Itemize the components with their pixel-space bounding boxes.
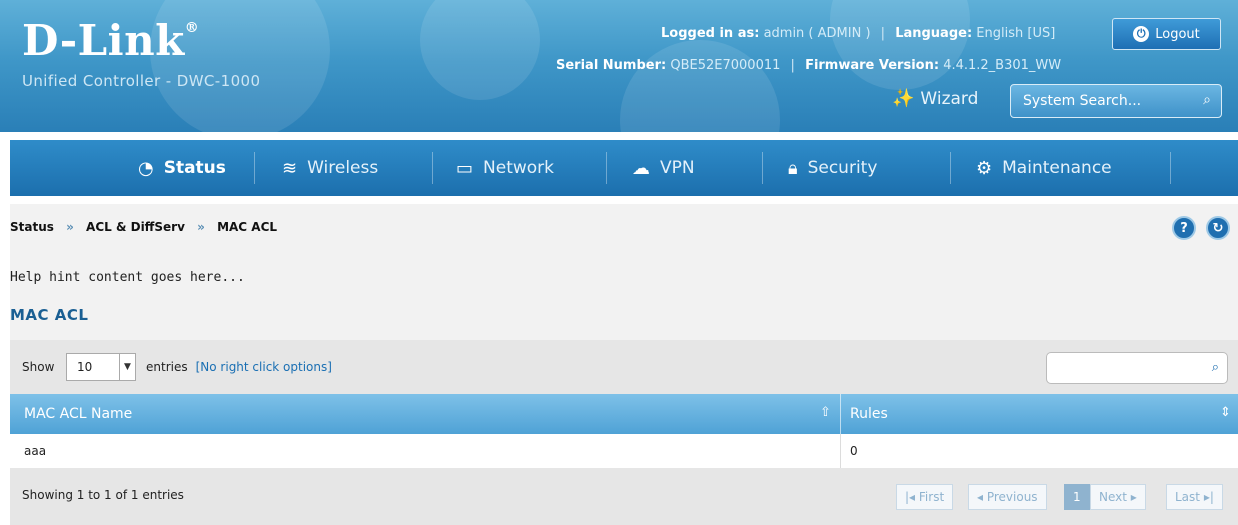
lock-icon: 🔒︎ — [788, 157, 798, 179]
first-page-button[interactable]: |◂ First — [896, 484, 954, 510]
previous-icon: ◂ — [977, 490, 987, 504]
search-icon: ⌕ — [1211, 360, 1219, 375]
help-icon[interactable]: ? — [1172, 216, 1196, 240]
nav-item-wireless[interactable]: ≋ Wireless — [282, 140, 378, 196]
table-row[interactable]: aaa 0 — [10, 434, 1238, 468]
refresh-icon[interactable]: ↻ — [1206, 216, 1230, 240]
decorative-bubble — [620, 40, 780, 132]
logout-button[interactable]: ⏻ Logout — [1112, 18, 1221, 50]
gears-icon: ⚙ — [976, 157, 993, 179]
help-hint: Help hint content goes here... — [10, 270, 245, 285]
language-link[interactable]: English [US] — [976, 26, 1055, 41]
breadcrumb-item-status[interactable]: Status — [10, 220, 54, 234]
entries-label: entries [No right click options] — [146, 360, 332, 374]
nav-item-vpn[interactable]: ☁ VPN — [632, 140, 695, 196]
last-page-button[interactable]: Last ▸| — [1166, 484, 1223, 510]
first-icon: |◂ — [905, 490, 919, 504]
dashboard-icon: ◔ — [138, 157, 154, 179]
wizard-link[interactable]: ✨ Wizard — [892, 88, 978, 109]
cloud-lock-icon: ☁ — [632, 157, 650, 179]
cell-rules: 0 — [850, 444, 858, 458]
table-toolbar: Show 10 ▼ entries [No right click options… — [10, 340, 1238, 394]
table-header: MAC ACL Name ⇧ Rules ⇕ — [10, 394, 1238, 434]
magic-wand-icon: ✨ — [892, 88, 915, 109]
power-icon: ⏻ — [1133, 26, 1150, 42]
system-search-input[interactable]: System Search... ⌕ — [1010, 84, 1222, 118]
dlink-logo: D-Link® — [22, 16, 200, 65]
firmware-version: 4.4.1.2_B301_WW — [943, 58, 1062, 73]
decorative-bubble — [420, 0, 540, 100]
page-size-select[interactable]: 10 ▼ — [66, 353, 136, 381]
dropdown-arrow-icon: ▼ — [119, 354, 135, 380]
breadcrumb: Status » ACL & DiffServ » MAC ACL — [10, 220, 278, 234]
page-number-button[interactable]: 1 — [1064, 484, 1090, 510]
next-icon: ▸ — [1126, 490, 1137, 504]
nav-item-status[interactable]: ◔ Status — [138, 140, 226, 196]
nav-item-network[interactable]: ▭ Network — [456, 140, 554, 196]
nav-item-maintenance[interactable]: ⚙ Maintenance — [976, 140, 1112, 196]
main-nav: ◔ Status ≋ Wireless ▭ Network ☁ VPN 🔒︎ S… — [10, 140, 1238, 196]
device-info: Serial Number: QBE52E7000011 | Firmware … — [556, 58, 1062, 73]
main-content: Status » ACL & DiffServ » MAC ACL ? ↻ He… — [10, 204, 1238, 525]
login-info: Logged in as: admin ( ADMIN ) | Language… — [661, 26, 1056, 41]
breadcrumb-item-mac-acl: MAC ACL — [217, 220, 278, 234]
previous-page-button[interactable]: ◂ Previous — [968, 484, 1047, 510]
wifi-icon: ≋ — [282, 157, 298, 179]
breadcrumb-item-acl-diffserv[interactable]: ACL & DiffServ — [86, 220, 185, 234]
column-header-mac-acl-name[interactable]: MAC ACL Name — [24, 394, 132, 434]
decorative-bubble — [830, 0, 970, 90]
sort-up-icon[interactable]: ⇧ — [820, 405, 831, 420]
next-page-button[interactable]: Next ▸ — [1090, 484, 1146, 510]
show-label: Show — [22, 360, 55, 374]
sort-both-icon[interactable]: ⇕ — [1220, 405, 1231, 420]
logged-in-user: admin ( ADMIN ) — [763, 26, 871, 41]
header-banner: D-Link® Unified Controller - DWC-1000 Lo… — [0, 0, 1238, 132]
cell-mac-acl-name: aaa — [24, 444, 47, 458]
serial-number: QBE52E7000011 — [670, 58, 781, 73]
right-click-note: [No right click options] — [195, 360, 332, 374]
page-title: MAC ACL — [10, 306, 89, 324]
table-search-input[interactable]: ⌕ — [1046, 352, 1228, 384]
nav-item-security[interactable]: 🔒︎ Security — [788, 140, 877, 196]
table-footer: Showing 1 to 1 of 1 entries |◂ First ◂ P… — [10, 468, 1238, 525]
monitor-icon: ▭ — [456, 157, 474, 179]
product-subtitle: Unified Controller - DWC-1000 — [22, 72, 261, 90]
last-icon: ▸| — [1200, 490, 1214, 504]
column-header-rules[interactable]: Rules — [850, 394, 888, 434]
showing-entries: Showing 1 to 1 of 1 entries — [22, 488, 184, 502]
search-icon[interactable]: ⌕ — [1203, 92, 1211, 108]
